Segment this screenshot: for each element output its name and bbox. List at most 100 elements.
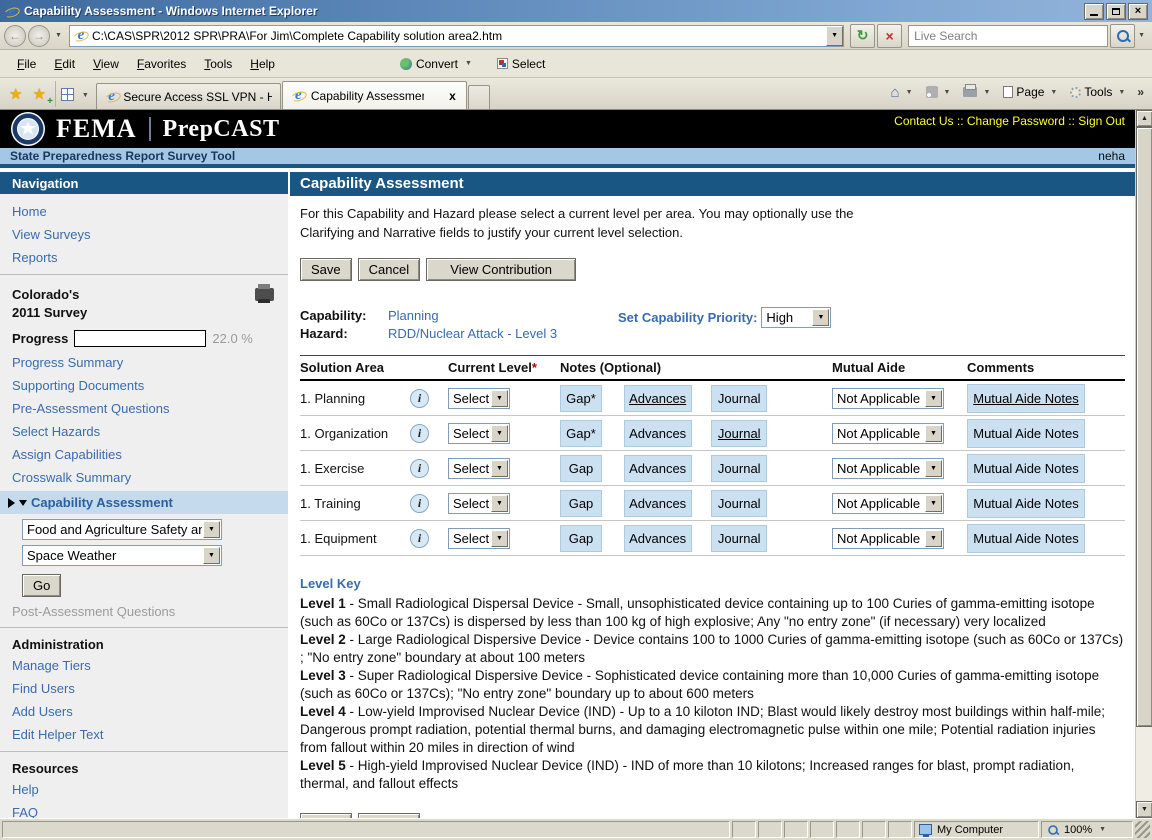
capability-link[interactable]: Planning <box>388 307 439 325</box>
chevron-down-icon[interactable]: ▼ <box>925 495 942 512</box>
back-button[interactable]: ← <box>4 25 26 47</box>
current-level-select[interactable]: Select▼ <box>448 458 510 479</box>
mutual-aide-notes-button[interactable]: Mutual Aide Notes <box>967 419 1085 448</box>
more-toolbar-chevron-icon[interactable]: » <box>1133 85 1148 99</box>
chevron-down-icon[interactable]: ▼ <box>491 495 508 512</box>
tools-button[interactable]: Tools▼ <box>1065 80 1133 104</box>
chevron-down-icon[interactable]: ▼ <box>491 460 508 477</box>
tab-ssl-vpn[interactable]: e Secure Access SSL VPN - Home <box>96 83 281 109</box>
journal-button[interactable]: Journal <box>711 525 767 552</box>
sidebar-item-edit-helper-text[interactable]: Edit Helper Text <box>0 723 288 746</box>
gap-button[interactable]: Gap <box>560 490 602 517</box>
menu-tools[interactable]: Tools <box>195 54 241 74</box>
chevron-down-icon[interactable]: ▼ <box>925 530 942 547</box>
mutual-aide-notes-button[interactable]: Mutual Aide Notes <box>967 489 1085 518</box>
change-password-link[interactable]: Change Password <box>967 114 1065 128</box>
restore-button[interactable] <box>1106 3 1126 20</box>
mutual-aide-notes-button[interactable]: Mutual Aide Notes <box>967 384 1085 413</box>
forward-button[interactable]: → <box>28 25 50 47</box>
cancel-button[interactable]: Cancel <box>358 258 420 281</box>
current-level-select[interactable]: Select▼ <box>448 528 510 549</box>
sidebar-item-faq[interactable]: FAQ <box>0 801 288 818</box>
address-dropdown-button[interactable]: ▼ <box>826 26 843 46</box>
contact-us-link[interactable]: Contact Us <box>894 114 953 128</box>
journal-button[interactable]: Journal <box>711 385 767 412</box>
chevron-down-icon[interactable]: ▼ <box>491 425 508 442</box>
save-button[interactable]: Save <box>300 258 352 281</box>
hazard-link[interactable]: RDD/Nuclear Attack - Level 3 <box>388 325 557 343</box>
search-button[interactable] <box>1110 24 1135 48</box>
info-icon[interactable]: i <box>410 389 429 408</box>
sidebar-item-find-users[interactable]: Find Users <box>0 677 288 700</box>
stop-button[interactable]: × <box>877 24 902 48</box>
capability-select[interactable]: Food and Agriculture Safety an ▼ <box>22 519 222 540</box>
view-contribution-button[interactable]: View Contribution <box>426 258 576 281</box>
gap-button[interactable]: Gap <box>560 455 602 482</box>
search-input[interactable]: Live Search <box>908 25 1108 47</box>
vertical-scrollbar[interactable]: ▲ ▼ <box>1135 110 1152 818</box>
sidebar-item-manage-tiers[interactable]: Manage Tiers <box>0 654 288 677</box>
close-button[interactable]: × <box>1128 3 1148 20</box>
advances-button[interactable]: Advances <box>624 385 692 412</box>
chevron-down-icon[interactable]: ▼ <box>491 390 508 407</box>
search-options-dropdown-icon[interactable]: ▼ <box>1135 32 1148 39</box>
zoom-control[interactable]: 100% ▼ <box>1041 821 1133 838</box>
current-level-select[interactable]: Select▼ <box>448 493 510 514</box>
mutual-aide-notes-button[interactable]: Mutual Aide Notes <box>967 454 1085 483</box>
info-icon[interactable]: i <box>410 494 429 513</box>
info-icon[interactable]: i <box>410 529 429 548</box>
info-icon[interactable]: i <box>410 424 429 443</box>
menu-favorites[interactable]: Favorites <box>128 54 195 74</box>
current-level-select[interactable]: Select▼ <box>448 388 510 409</box>
menu-help[interactable]: Help <box>241 54 284 74</box>
advances-button[interactable]: Advances <box>624 525 692 552</box>
sidebar-item-select-hazards[interactable]: Select Hazards <box>0 420 288 443</box>
mutual-aide-select[interactable]: Not Applicable▼ <box>832 458 944 479</box>
favorites-center-button[interactable]: ★ <box>4 81 27 107</box>
mutual-aide-select[interactable]: Not Applicable▼ <box>832 388 944 409</box>
menu-view[interactable]: View <box>84 54 128 74</box>
go-button[interactable]: Go <box>22 574 61 597</box>
select-button[interactable]: Select <box>491 55 551 73</box>
print-button[interactable]: ▼ <box>958 80 998 104</box>
advances-button[interactable]: Advances <box>624 420 692 447</box>
menu-file[interactable]: File <box>8 54 45 74</box>
chevron-down-icon[interactable]: ▼ <box>925 390 942 407</box>
sidebar-item-crosswalk-summary[interactable]: Crosswalk Summary <box>0 466 288 489</box>
print-survey-icon[interactable] <box>255 288 274 301</box>
mutual-aide-notes-button[interactable]: Mutual Aide Notes <box>967 524 1085 553</box>
convert-button[interactable]: Convert ▼ <box>394 55 481 73</box>
chevron-down-icon[interactable]: ▼ <box>812 309 829 326</box>
chevron-down-icon[interactable]: ▼ <box>491 530 508 547</box>
sidebar-item-assign-capabilities[interactable]: Assign Capabilities <box>0 443 288 466</box>
sidebar-item-view-surveys[interactable]: View Surveys <box>0 223 288 246</box>
quick-tabs-button[interactable] <box>55 81 79 107</box>
tab-list-dropdown-icon[interactable]: ▼ <box>79 92 92 99</box>
tab-close-icon[interactable]: x <box>447 89 458 103</box>
minimize-button[interactable] <box>1084 3 1104 20</box>
journal-button[interactable]: Journal <box>711 455 767 482</box>
scroll-up-icon[interactable]: ▲ <box>1136 110 1152 127</box>
page-button[interactable]: Page▼ <box>998 80 1065 104</box>
current-level-select[interactable]: Select▼ <box>448 423 510 444</box>
tab-capability-assessment[interactable]: e Capability Assessment x <box>282 81 467 109</box>
mutual-aide-select[interactable]: Not Applicable▼ <box>832 423 944 444</box>
new-tab-stub[interactable] <box>468 85 490 109</box>
convert-dropdown-icon[interactable]: ▼ <box>462 60 475 67</box>
resize-grip[interactable] <box>1135 821 1150 838</box>
sidebar-item-capability-assessment[interactable]: Capability Assessment <box>0 491 288 514</box>
gap-button[interactable]: Gap* <box>560 385 602 412</box>
add-favorite-button[interactable]: ★+ <box>27 81 50 107</box>
info-icon[interactable]: i <box>410 459 429 478</box>
gap-button[interactable]: Gap <box>560 525 602 552</box>
sign-out-link[interactable]: Sign Out <box>1078 114 1125 128</box>
priority-select[interactable]: High ▼ <box>761 307 831 328</box>
mutual-aide-select[interactable]: Not Applicable▼ <box>832 493 944 514</box>
advances-button[interactable]: Advances <box>624 455 692 482</box>
history-dropdown-icon[interactable]: ▼ <box>52 32 65 39</box>
mutual-aide-select[interactable]: Not Applicable▼ <box>832 528 944 549</box>
sidebar-item-add-users[interactable]: Add Users <box>0 700 288 723</box>
chevron-down-icon[interactable]: ▼ <box>925 425 942 442</box>
gap-button[interactable]: Gap* <box>560 420 602 447</box>
journal-button[interactable]: Journal <box>711 420 767 447</box>
